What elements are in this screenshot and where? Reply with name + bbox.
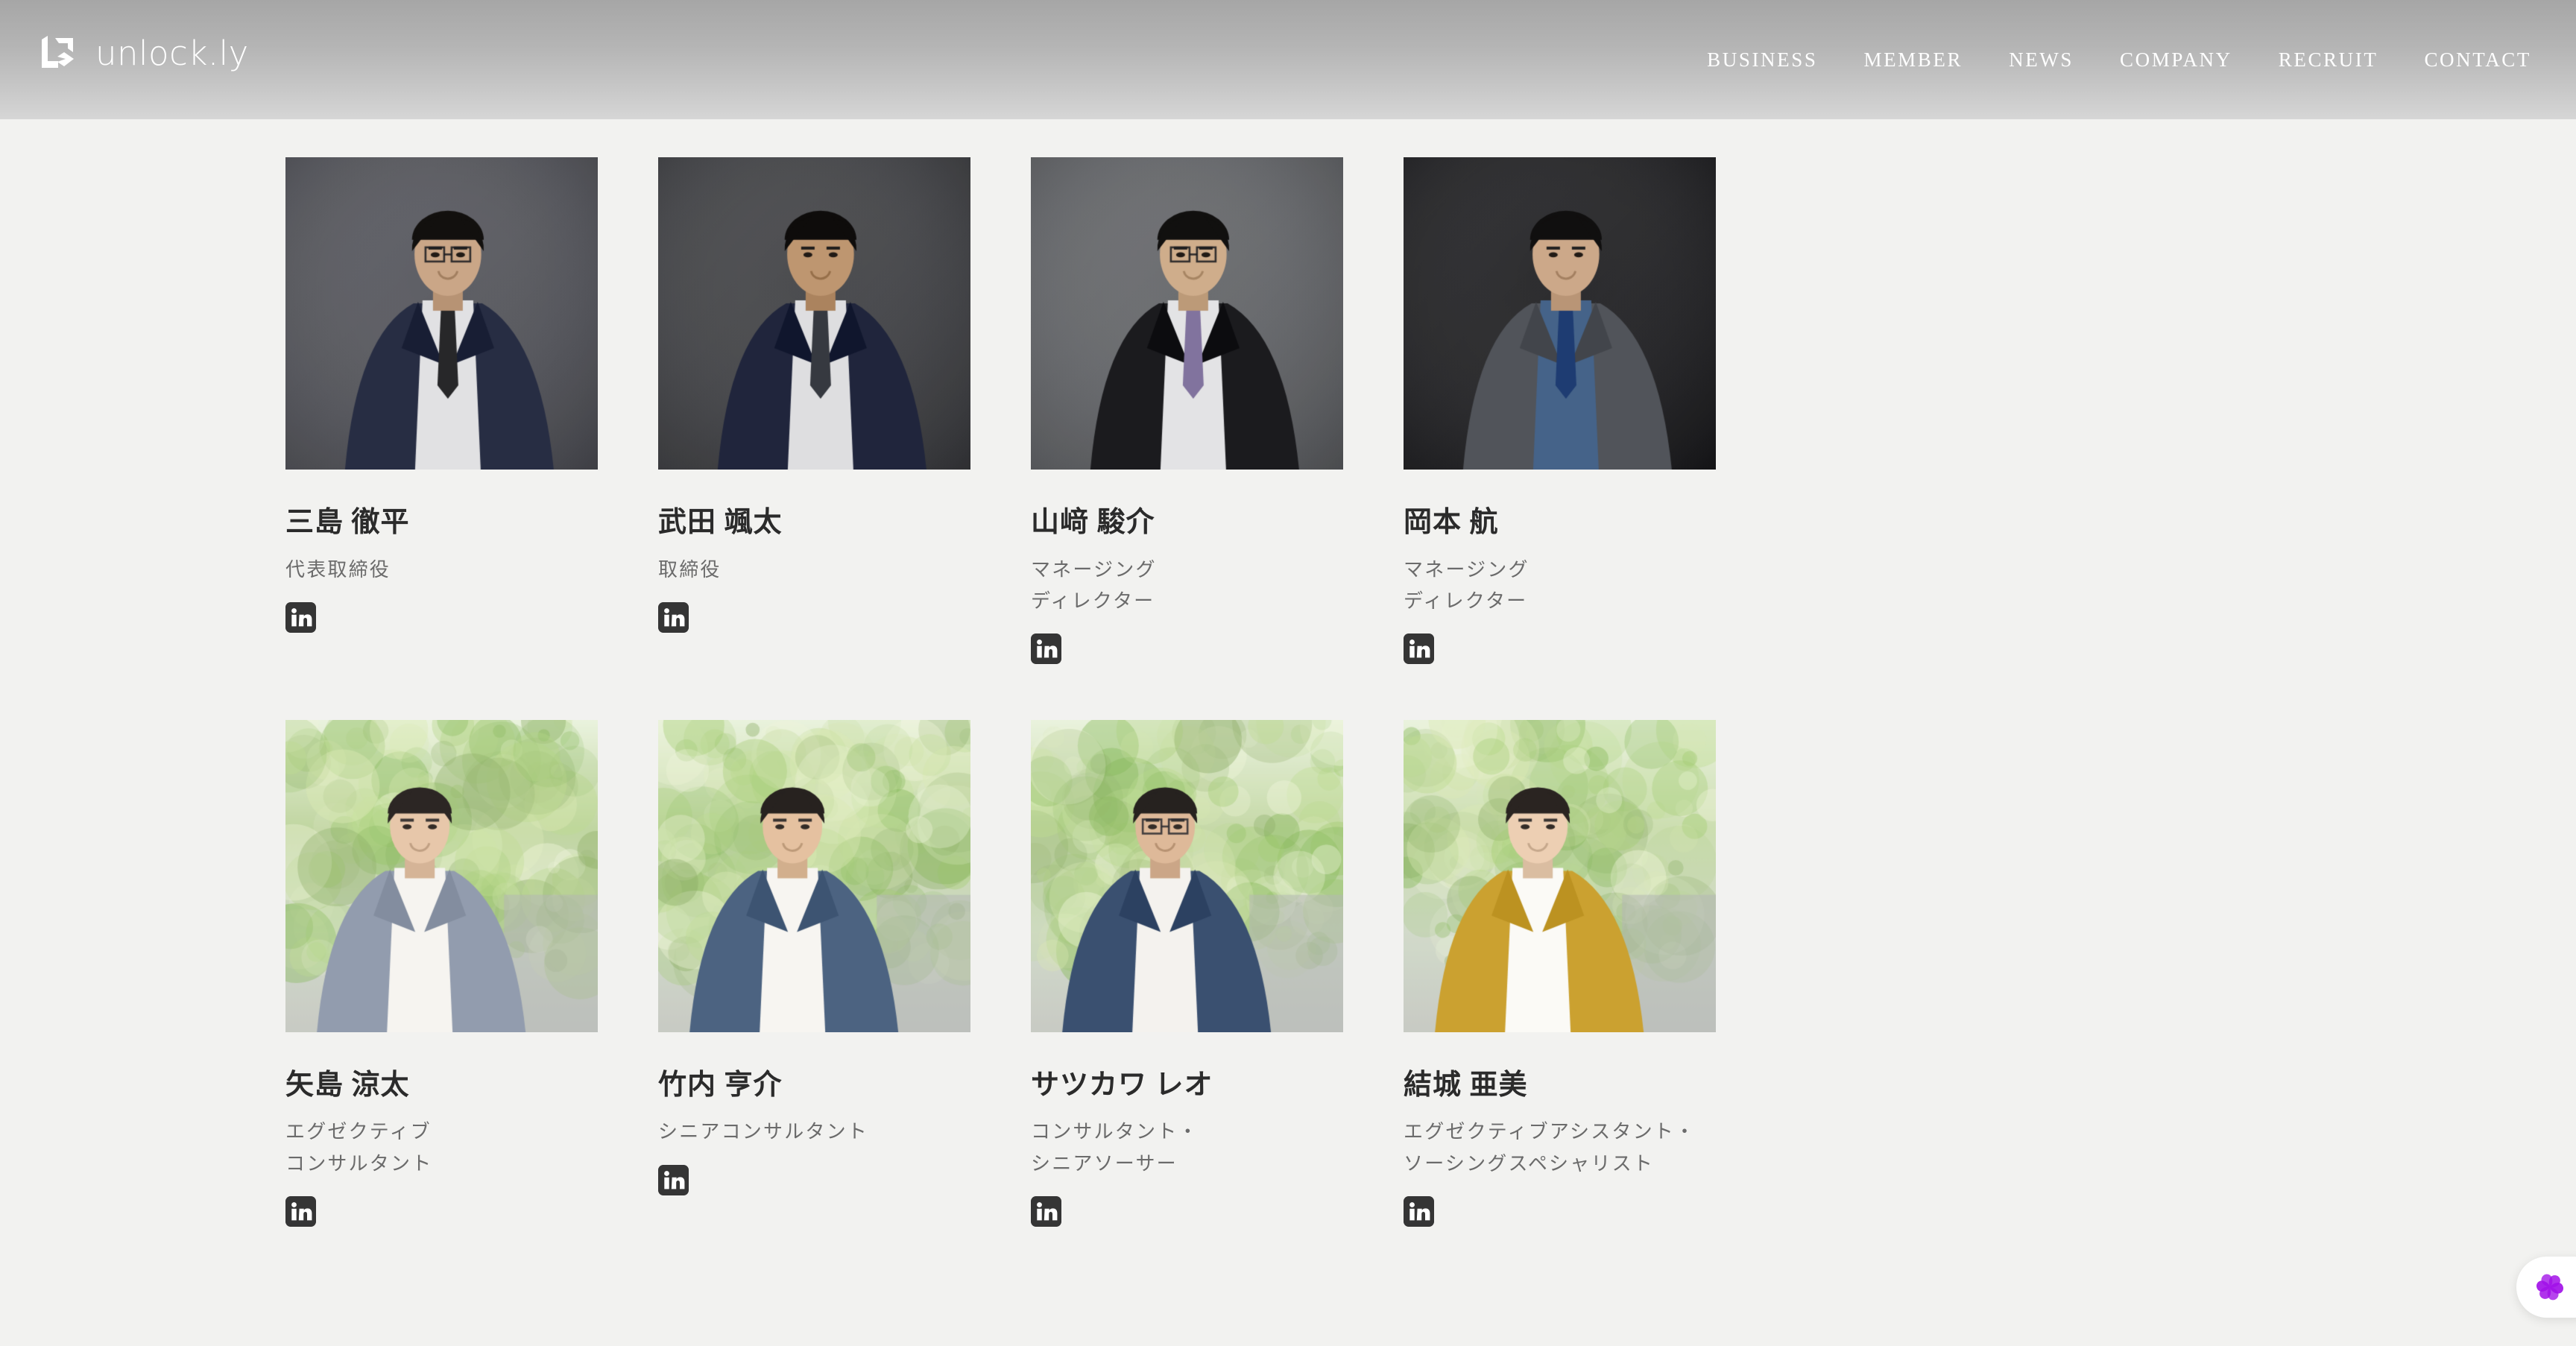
linkedin-icon — [1404, 1195, 1434, 1227]
member-name: 三島 徹平 — [285, 507, 410, 538]
member-2-linkedin-link[interactable] — [658, 601, 689, 633]
member-5-portrait — [285, 719, 598, 1032]
member-card-5[interactable]: 矢島 涼太 エグゼクティブ コンサルタント — [285, 719, 598, 1227]
member-name: 山﨑 駿介 — [1031, 507, 1155, 538]
linkedin-icon — [1031, 1195, 1061, 1227]
nav-item-business[interactable]: BUSINESS — [1684, 41, 1840, 79]
linkedin-icon — [658, 601, 689, 633]
member-role: シニアコンサルタント — [658, 1121, 869, 1143]
member-card-8[interactable]: 結城 亜美 エグゼクティブアシスタント・ ソーシングスペシャリスト — [1404, 719, 1716, 1227]
member-grid: 三島 徹平 代表取締役 武田 颯太 取締役 山﨑 駿介 マネージング ディレクタ… — [285, 119, 2291, 1227]
member-photo — [285, 157, 598, 470]
member-card-6[interactable]: 竹内 亨介 シニアコンサルタント — [658, 719, 970, 1227]
member-role: マネージング ディレクター — [1404, 558, 1530, 612]
nav-item-member[interactable]: MEMBER — [1840, 41, 1986, 79]
nav-item-company[interactable]: COMPANY — [2097, 41, 2255, 79]
member-photo — [1404, 157, 1716, 470]
member-photo — [1031, 157, 1343, 470]
linkedin-icon — [658, 1164, 689, 1195]
member-3-linkedin-link[interactable] — [1031, 633, 1061, 664]
member-card-1[interactable]: 三島 徹平 代表取締役 — [285, 157, 598, 664]
member-card-3[interactable]: 山﨑 駿介 マネージング ディレクター — [1031, 157, 1343, 664]
member-photo — [1031, 719, 1343, 1032]
member-name: 竹内 亨介 — [658, 1069, 783, 1101]
member-7-linkedin-link[interactable] — [1031, 1195, 1061, 1227]
member-card-7[interactable]: サツカワ レオ コンサルタント・ シニアソーサー — [1031, 719, 1343, 1227]
member-6-portrait — [658, 719, 970, 1032]
member-8-portrait — [1404, 719, 1716, 1032]
member-list-section: 三島 徹平 代表取締役 武田 颯太 取締役 山﨑 駿介 マネージング ディレクタ… — [0, 119, 2576, 1227]
member-8-linkedin-link[interactable] — [1404, 1195, 1434, 1227]
member-5-linkedin-link[interactable] — [285, 1195, 316, 1227]
member-role: マネージング ディレクター — [1031, 558, 1157, 612]
member-name: 結城 亜美 — [1404, 1069, 1528, 1101]
chat-assistant-flower-icon — [2536, 1274, 2563, 1301]
main-navigation: BUSINESS MEMBER NEWS COMPANY RECRUIT CON… — [1684, 0, 2542, 119]
member-role: 取締役 — [658, 558, 722, 581]
member-role: エグゼクティブアシスタント・ ソーシングスペシャリスト — [1404, 1121, 1696, 1175]
brand-name: unlock.ly — [95, 33, 249, 73]
nav-item-recruit[interactable]: RECRUIT — [2255, 41, 2402, 79]
member-1-portrait — [285, 157, 598, 470]
member-2-portrait — [658, 157, 970, 470]
brand-logo-link[interactable]: unlock.ly — [39, 33, 249, 73]
nav-item-contact[interactable]: CONTACT — [2401, 41, 2542, 79]
member-card-4[interactable]: 岡本 航 マネージング ディレクター — [1404, 157, 1716, 664]
member-role: 代表取締役 — [285, 558, 391, 581]
member-photo — [1404, 719, 1716, 1032]
chat-assistant-widget[interactable] — [2516, 1257, 2576, 1318]
member-4-linkedin-link[interactable] — [1404, 633, 1434, 664]
member-name: 岡本 航 — [1404, 507, 1499, 538]
member-role: エグゼクティブ コンサルタント — [285, 1121, 433, 1175]
member-7-portrait — [1031, 719, 1343, 1032]
linkedin-icon — [1404, 633, 1434, 664]
member-4-portrait — [1404, 157, 1716, 470]
linkedin-icon — [285, 1195, 316, 1227]
member-card-2[interactable]: 武田 颯太 取締役 — [658, 157, 970, 664]
member-name: 矢島 涼太 — [285, 1069, 410, 1101]
member-name: サツカワ レオ — [1031, 1069, 1213, 1101]
member-photo — [658, 157, 970, 470]
member-role: コンサルタント・ シニアソーサー — [1031, 1121, 1199, 1175]
member-photo — [285, 719, 598, 1032]
member-1-linkedin-link[interactable] — [285, 601, 316, 633]
member-name: 武田 颯太 — [658, 507, 783, 538]
linkedin-icon — [1031, 633, 1061, 664]
unlockly-logo-mark-icon — [42, 36, 74, 68]
nav-item-news[interactable]: NEWS — [1986, 41, 2097, 79]
member-photo — [658, 719, 970, 1032]
site-header: unlock.ly BUSINESS MEMBER NEWS COMPANY R… — [0, 0, 2576, 119]
linkedin-icon — [285, 601, 316, 633]
member-3-portrait — [1031, 157, 1343, 470]
member-6-linkedin-link[interactable] — [658, 1164, 689, 1195]
